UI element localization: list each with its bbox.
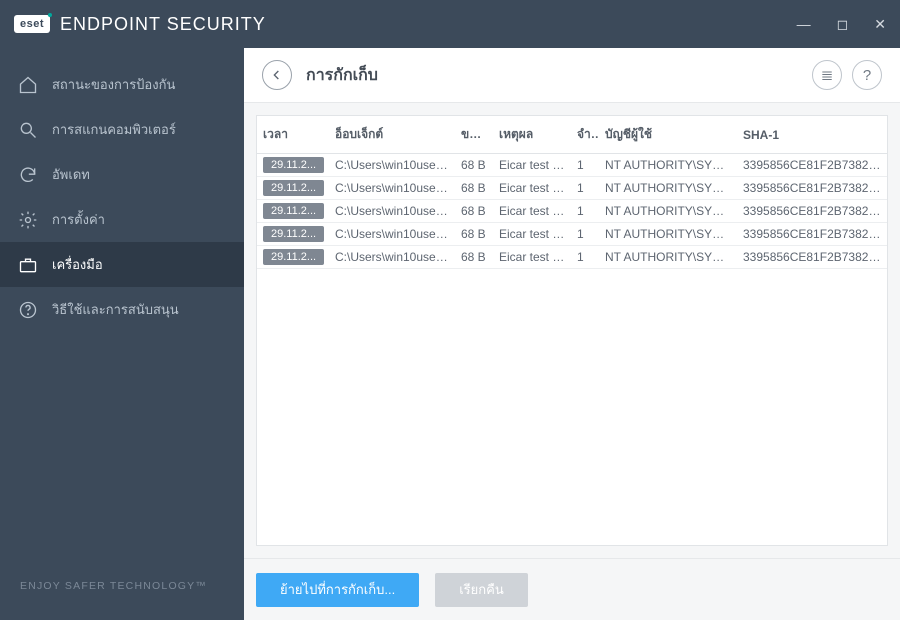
- help-icon: [18, 300, 38, 320]
- cell-count: 1: [571, 177, 599, 200]
- quarantine-table-wrap: เวลา อ็อบเจ็กต์ ขน... เหตุผล จำ... บัญชี…: [256, 115, 888, 546]
- cell-size: 68 B: [455, 223, 493, 246]
- maximize-button[interactable]: ◻: [837, 17, 849, 31]
- cell-object: C:\Users\win10user\D...: [329, 223, 455, 246]
- col-object[interactable]: อ็อบเจ็กต์: [329, 116, 455, 154]
- sidebar-item-label: เครื่องมือ: [52, 254, 103, 275]
- sidebar-item-protection-status[interactable]: สถานะของการป้องกัน: [0, 62, 244, 107]
- cell-reason: Eicar test file: [493, 177, 571, 200]
- cell-object: C:\Users\win10user\D...: [329, 177, 455, 200]
- move-to-quarantine-button[interactable]: ย้ายไปที่การกักเก็บ...: [256, 573, 419, 607]
- window-controls: — ◻ ✕: [797, 17, 886, 31]
- topbar-actions: ≣ ?: [812, 60, 882, 90]
- cell-count: 1: [571, 223, 599, 246]
- sidebar-item-computer-scan[interactable]: การสแกนคอมพิวเตอร์: [0, 107, 244, 152]
- cell-reason: Eicar test file: [493, 200, 571, 223]
- cell-count: 1: [571, 200, 599, 223]
- table-row[interactable]: 29.11.2... C:\Users\win10user\D...68 BEic…: [257, 246, 887, 269]
- titlebar: eset ENDPOINT SECURITY — ◻ ✕: [0, 0, 900, 48]
- close-button[interactable]: ✕: [874, 17, 886, 31]
- cell-user: NT AUTHORITY\SYSTEM: [599, 177, 737, 200]
- cell-time: 29.11.2...: [263, 226, 324, 242]
- col-user[interactable]: บัญชีผู้ใช้: [599, 116, 737, 154]
- cell-reason: Eicar test file: [493, 154, 571, 177]
- app-title: ENDPOINT SECURITY: [60, 14, 266, 35]
- sidebar-item-help[interactable]: วิธีใช้และการสนับสนุน: [0, 287, 244, 332]
- page-title: การกักเก็บ: [306, 63, 378, 88]
- cell-time: 29.11.2...: [263, 249, 324, 265]
- sidebar: สถานะของการป้องกัน การสแกนคอมพิวเตอร์ อั…: [0, 48, 244, 620]
- sidebar-footer-tagline: ENJOY SAFER TECHNOLOGY™: [0, 580, 244, 620]
- gear-icon: [18, 210, 38, 230]
- content: เวลา อ็อบเจ็กต์ ขน... เหตุผล จำ... บัญชี…: [244, 103, 900, 558]
- col-time[interactable]: เวลา: [257, 116, 329, 154]
- body: สถานะของการป้องกัน การสแกนคอมพิวเตอร์ อั…: [0, 48, 900, 620]
- sidebar-item-setup[interactable]: การตั้งค่า: [0, 197, 244, 242]
- cell-size: 68 B: [455, 154, 493, 177]
- refresh-icon: [18, 165, 38, 185]
- cell-size: 68 B: [455, 177, 493, 200]
- table-row[interactable]: 29.11.2... C:\Users\win10user\D...68 BEic…: [257, 154, 887, 177]
- table-row[interactable]: 29.11.2... C:\Users\win10user\D...68 BEic…: [257, 200, 887, 223]
- restore-button[interactable]: เรียกคืน: [435, 573, 528, 607]
- briefcase-icon: [18, 255, 38, 275]
- cell-user: NT AUTHORITY\SYSTEM: [599, 223, 737, 246]
- cell-time: 29.11.2...: [263, 180, 324, 196]
- list-view-button[interactable]: ≣: [812, 60, 842, 90]
- home-icon: [18, 75, 38, 95]
- list-icon: ≣: [821, 66, 834, 84]
- sidebar-item-label: การตั้งค่า: [52, 209, 105, 230]
- col-reason[interactable]: เหตุผล: [493, 116, 571, 154]
- table-row[interactable]: 29.11.2... C:\Users\win10user\D...68 BEic…: [257, 223, 887, 246]
- search-icon: [18, 120, 38, 140]
- quarantine-table: เวลา อ็อบเจ็กต์ ขน... เหตุผล จำ... บัญชี…: [257, 116, 887, 269]
- cell-object: C:\Users\win10user\D...: [329, 246, 455, 269]
- app-logo: eset: [14, 15, 50, 33]
- app-window: eset ENDPOINT SECURITY — ◻ ✕ สถานะของการ…: [0, 0, 900, 620]
- sidebar-item-label: อัพเดท: [52, 164, 90, 185]
- cell-sha: 3395856CE81F2B7382DEE72...: [737, 246, 887, 269]
- cell-sha: 3395856CE81F2B7382DEE72...: [737, 223, 887, 246]
- table-header-row: เวลา อ็อบเจ็กต์ ขน... เหตุผล จำ... บัญชี…: [257, 116, 887, 154]
- back-button[interactable]: [262, 60, 292, 90]
- cell-object: C:\Users\win10user\D...: [329, 200, 455, 223]
- footer-bar: ย้ายไปที่การกักเก็บ... เรียกคืน: [244, 558, 900, 620]
- cell-user: NT AUTHORITY\SYSTEM: [599, 200, 737, 223]
- sidebar-item-tools[interactable]: เครื่องมือ: [0, 242, 244, 287]
- cell-time: 29.11.2...: [263, 203, 324, 219]
- cell-object: C:\Users\win10user\D...: [329, 154, 455, 177]
- help-button[interactable]: ?: [852, 60, 882, 90]
- cell-reason: Eicar test file: [493, 223, 571, 246]
- cell-time: 29.11.2...: [263, 157, 324, 173]
- cell-sha: 3395856CE81F2B7382DEE72...: [737, 154, 887, 177]
- sidebar-item-update[interactable]: อัพเดท: [0, 152, 244, 197]
- cell-user: NT AUTHORITY\SYSTEM: [599, 246, 737, 269]
- question-icon: ?: [863, 67, 871, 84]
- col-size[interactable]: ขน...: [455, 116, 493, 154]
- sidebar-item-label: สถานะของการป้องกัน: [52, 74, 175, 95]
- main-area: การกักเก็บ ≣ ?: [244, 48, 900, 620]
- minimize-button[interactable]: —: [797, 17, 811, 31]
- cell-reason: Eicar test file: [493, 246, 571, 269]
- cell-sha: 3395856CE81F2B7382DEE72...: [737, 200, 887, 223]
- col-count[interactable]: จำ...: [571, 116, 599, 154]
- topbar: การกักเก็บ ≣ ?: [244, 48, 900, 103]
- cell-user: NT AUTHORITY\SYSTEM: [599, 154, 737, 177]
- sidebar-item-label: การสแกนคอมพิวเตอร์: [52, 119, 176, 140]
- cell-size: 68 B: [455, 200, 493, 223]
- sidebar-item-label: วิธีใช้และการสนับสนุน: [52, 299, 179, 320]
- cell-size: 68 B: [455, 246, 493, 269]
- cell-count: 1: [571, 154, 599, 177]
- table-row[interactable]: 29.11.2... C:\Users\win10user\D...68 BEic…: [257, 177, 887, 200]
- cell-sha: 3395856CE81F2B7382DEE72...: [737, 177, 887, 200]
- cell-count: 1: [571, 246, 599, 269]
- col-sha[interactable]: SHA-1: [737, 116, 887, 154]
